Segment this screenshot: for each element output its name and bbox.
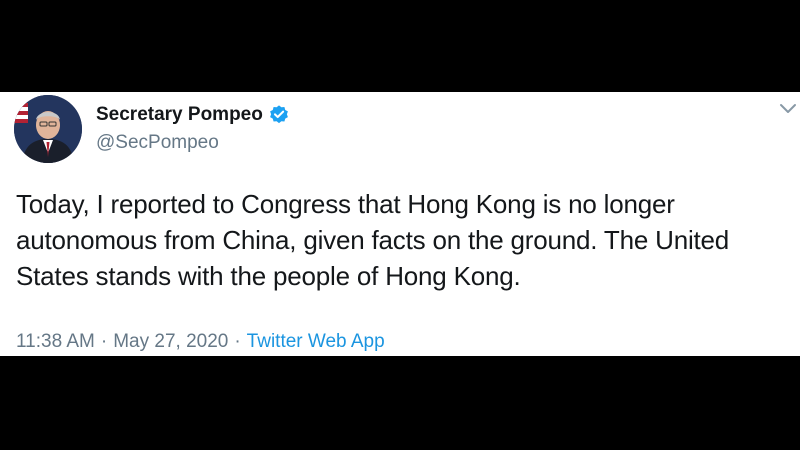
tweet-date[interactable]: May 27, 2020	[113, 331, 228, 352]
tweet-time[interactable]: 11:38 AM	[16, 331, 95, 352]
tweet-card: Secretary Pompeo @SecPompeo Today, I rep…	[0, 92, 800, 356]
meta-separator: ·	[100, 331, 108, 352]
tweet-meta: 11:38 AM · May 27, 2020 · Twitter Web App	[16, 331, 385, 353]
display-name[interactable]: Secretary Pompeo	[96, 104, 263, 126]
user-handle[interactable]: @SecPompeo	[96, 132, 219, 154]
tweet-text: Today, I reported to Congress that Hong …	[16, 189, 730, 291]
meta-separator: ·	[234, 331, 241, 352]
verified-badge-icon	[268, 104, 290, 126]
display-name-row[interactable]: Secretary Pompeo	[96, 104, 290, 126]
chevron-down-icon[interactable]	[778, 102, 798, 116]
tweet-source-link[interactable]: Twitter Web App	[247, 331, 385, 352]
avatar[interactable]	[14, 95, 82, 163]
